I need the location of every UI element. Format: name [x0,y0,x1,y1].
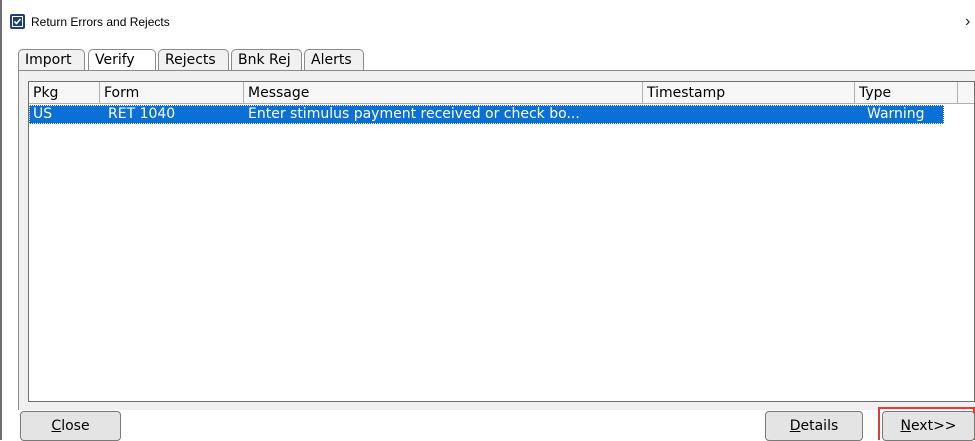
cell-pkg: US [33,106,53,122]
cell-type: Warning [867,106,925,122]
next-button[interactable]: Next>> [882,411,975,441]
column-header-message[interactable]: Message [244,82,643,104]
details-button-label: etails [800,418,839,434]
cell-timestamp [647,105,852,124]
errors-table: Pkg Form Message Timestamp Type US RET 1… [28,81,975,402]
column-header-filler [958,82,974,104]
column-header-form[interactable]: Form [100,82,244,104]
table-header: Pkg Form Message Timestamp Type [29,82,974,104]
column-header-type[interactable]: Type [855,82,958,104]
column-header-pkg[interactable]: Pkg [29,82,100,104]
column-header-timestamp[interactable]: Timestamp [643,82,855,104]
close-button-mnemonic: C [51,418,62,434]
close-button[interactable]: Close [20,411,121,441]
app-checkbox-icon [10,14,25,29]
details-button-mnemonic: D [789,418,801,434]
cell-message: Enter stimulus payment received or check… [248,106,580,122]
next-button-label: ext>> [910,418,957,434]
close-button-label: lose [61,418,90,434]
window-left-border [0,0,2,440]
table-row[interactable]: US RET 1040 Enter stimulus payment recei… [29,105,944,124]
next-button-mnemonic: N [900,418,911,434]
tab-import[interactable]: Import [18,49,85,70]
title-bar: Return Errors and Rejects › [10,8,970,32]
window-title: Return Errors and Rejects [31,15,170,29]
tab-verify[interactable]: Verify [88,49,156,70]
cell-form: RET 1040 [108,106,176,122]
close-window-icon[interactable]: › [965,13,970,31]
tab-alerts[interactable]: Alerts [304,49,364,70]
tab-bnk-rej[interactable]: Bnk Rej [231,49,302,70]
tab-rejects[interactable]: Rejects [158,49,229,70]
details-button[interactable]: Details [765,411,863,441]
